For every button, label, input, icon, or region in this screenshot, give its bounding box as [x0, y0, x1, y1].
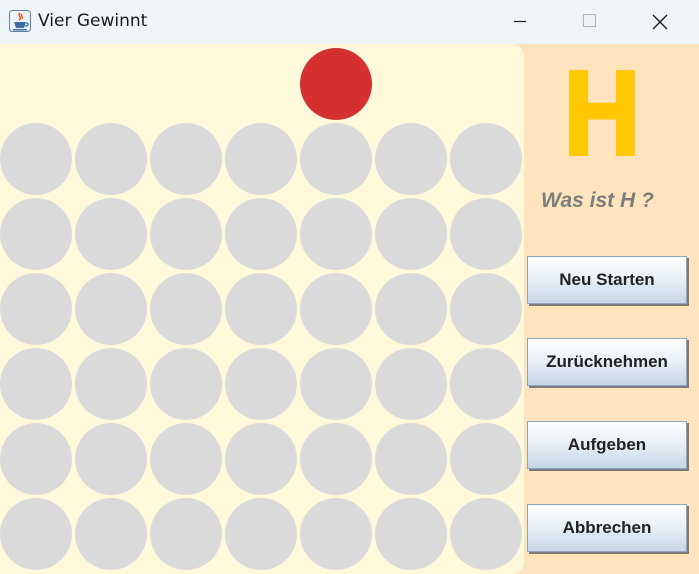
hover-piece — [300, 48, 372, 120]
title-bar[interactable]: Vier Gewinnt — [0, 0, 699, 44]
board-cell[interactable] — [0, 198, 72, 270]
board-cell[interactable] — [75, 273, 147, 345]
board-cell[interactable] — [300, 423, 372, 495]
board-cell[interactable] — [225, 348, 297, 420]
board-cell[interactable] — [375, 423, 447, 495]
close-button[interactable] — [637, 0, 683, 44]
board-cell[interactable] — [0, 348, 72, 420]
restart-button[interactable]: Neu Starten — [527, 256, 687, 304]
board-cell[interactable] — [300, 198, 372, 270]
board-cell[interactable] — [450, 423, 522, 495]
board-cell[interactable] — [150, 123, 222, 195]
board-cell[interactable] — [375, 198, 447, 270]
board-cell[interactable] — [225, 423, 297, 495]
game-board[interactable] — [0, 44, 524, 574]
give-up-button[interactable]: Aufgeben — [527, 421, 687, 469]
cancel-button[interactable]: Abbrechen — [527, 504, 687, 552]
java-cup-icon — [9, 10, 31, 32]
board-cell[interactable] — [375, 123, 447, 195]
board-cell[interactable] — [75, 198, 147, 270]
board-cell[interactable] — [300, 123, 372, 195]
board-cell[interactable] — [150, 198, 222, 270]
board-cell[interactable] — [225, 273, 297, 345]
board-cell[interactable] — [0, 123, 72, 195]
board-cell[interactable] — [150, 348, 222, 420]
board-cell[interactable] — [0, 498, 72, 570]
board-cell[interactable] — [450, 273, 522, 345]
board-cell[interactable] — [75, 123, 147, 195]
close-icon — [652, 14, 668, 30]
board-cell[interactable] — [225, 198, 297, 270]
side-panel: H Was ist H ? Neu Starten Zurücknehmen A… — [524, 44, 699, 574]
board-cell[interactable] — [150, 498, 222, 570]
current-player-letter: H — [560, 46, 644, 184]
app-window: Vier Gewinnt H Was ist H ? Neu Starten Z… — [0, 0, 699, 574]
minimize-icon — [514, 20, 526, 23]
board-cell[interactable] — [150, 423, 222, 495]
board-cell[interactable] — [0, 423, 72, 495]
board-cell[interactable] — [75, 498, 147, 570]
maximize-button — [566, 0, 612, 44]
board-canvas[interactable] — [0, 44, 524, 574]
minimize-button[interactable] — [497, 0, 543, 44]
board-cell[interactable] — [375, 348, 447, 420]
board-cell[interactable] — [300, 348, 372, 420]
board-cell[interactable] — [450, 123, 522, 195]
board-cell[interactable] — [75, 348, 147, 420]
undo-button[interactable]: Zurücknehmen — [527, 338, 687, 386]
board-cell[interactable] — [450, 348, 522, 420]
maximize-icon — [582, 13, 597, 28]
window-title: Vier Gewinnt — [38, 11, 148, 31]
board-cell[interactable] — [225, 123, 297, 195]
player-hint: Was ist H ? — [541, 189, 654, 212]
board-cell[interactable] — [150, 273, 222, 345]
board-cell[interactable] — [225, 498, 297, 570]
board-cell[interactable] — [375, 273, 447, 345]
board-cell[interactable] — [300, 273, 372, 345]
board-cell[interactable] — [75, 423, 147, 495]
board-cell[interactable] — [375, 498, 447, 570]
board-cell[interactable] — [450, 498, 522, 570]
board-cell[interactable] — [300, 498, 372, 570]
board-cell[interactable] — [450, 198, 522, 270]
board-cell[interactable] — [0, 273, 72, 345]
